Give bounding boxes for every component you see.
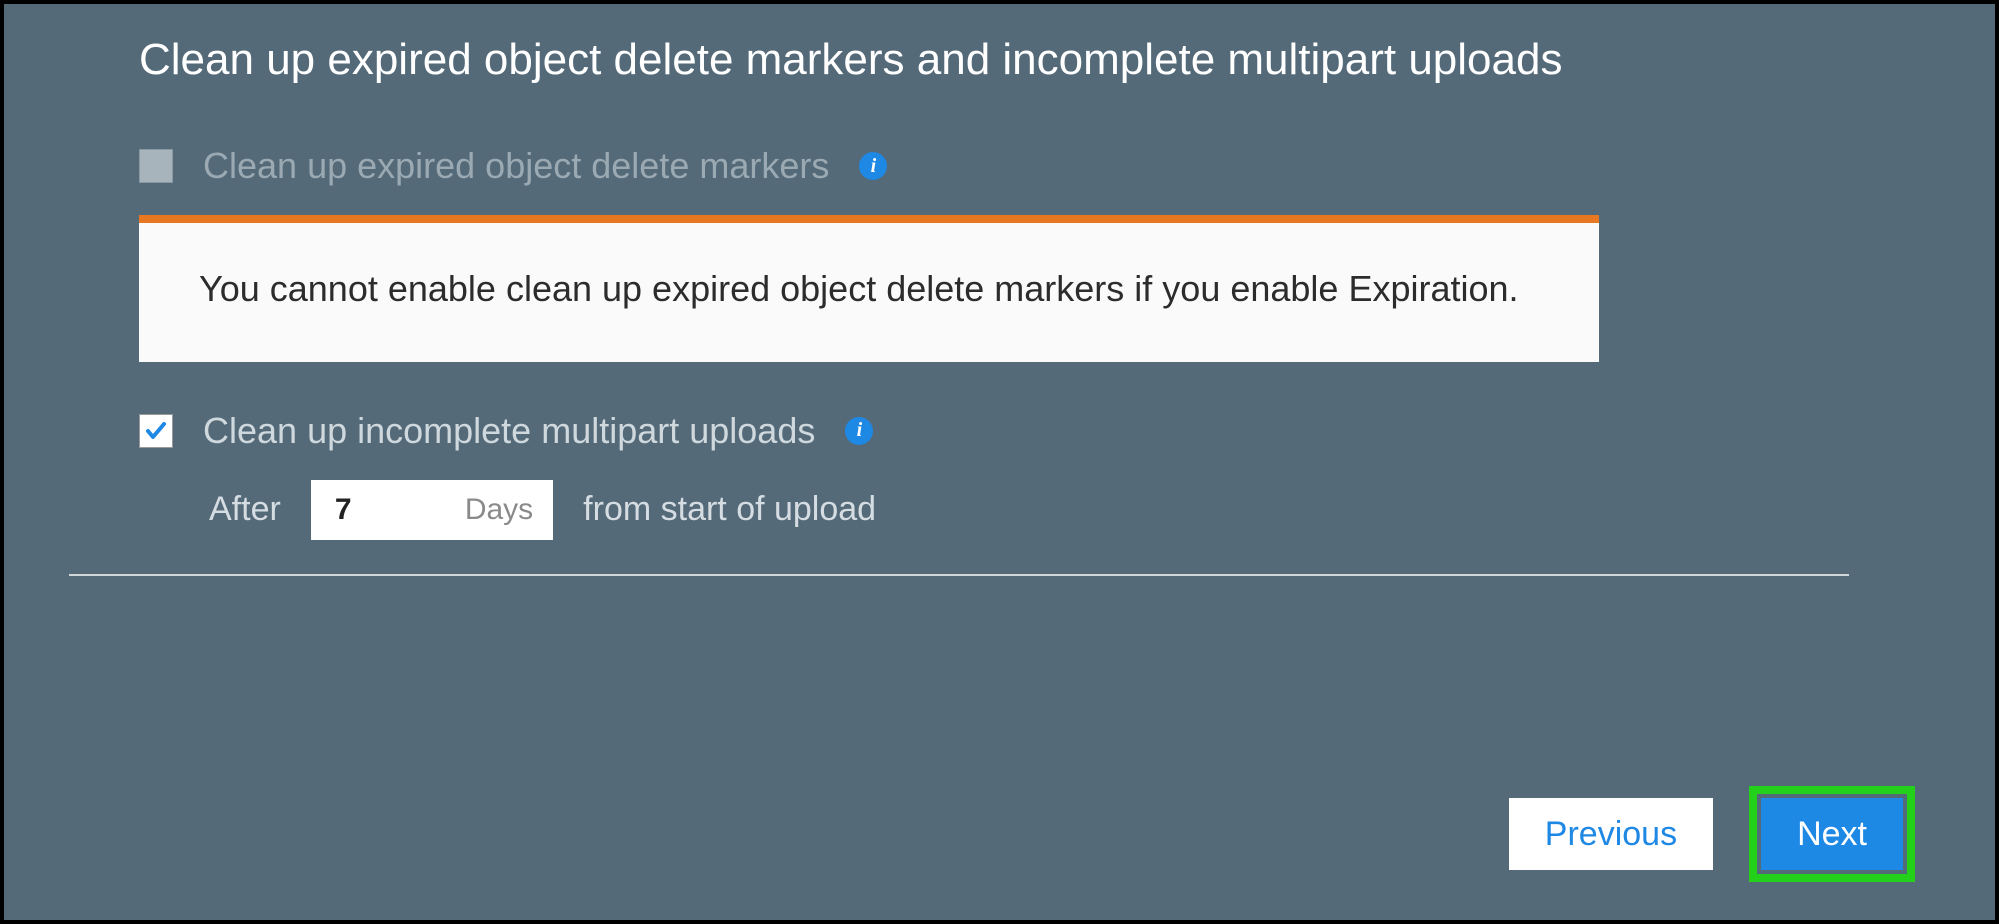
lifecycle-cleanup-panel: Clean up expired object delete markers a… [0, 0, 1999, 924]
from-start-label: from start of upload [583, 490, 876, 529]
days-unit-label: Days [465, 493, 533, 527]
days-input[interactable] [335, 493, 375, 527]
check-icon [144, 419, 168, 443]
days-input-wrapper: Days [311, 480, 553, 540]
multipart-uploads-checkbox[interactable] [139, 414, 173, 448]
previous-button[interactable]: Previous [1509, 798, 1713, 870]
section-divider [69, 574, 1849, 576]
next-button-highlight: Next [1749, 786, 1915, 882]
footer-buttons: Previous Next [1509, 786, 1915, 882]
after-label: After [209, 490, 281, 529]
multipart-uploads-option-row: Clean up incomplete multipart uploads i [139, 410, 1915, 452]
section-title: Clean up expired object delete markers a… [139, 32, 1639, 87]
days-config-row: After Days from start of upload [209, 480, 1915, 540]
expired-markers-checkbox [139, 149, 173, 183]
info-icon[interactable]: i [859, 152, 887, 180]
multipart-uploads-label: Clean up incomplete multipart uploads [203, 410, 815, 452]
next-button[interactable]: Next [1761, 798, 1903, 870]
warning-alert-text: You cannot enable clean up expired objec… [199, 265, 1539, 314]
info-icon[interactable]: i [845, 417, 873, 445]
expired-markers-option-row: Clean up expired object delete markers i [139, 145, 1915, 187]
warning-alert: You cannot enable clean up expired objec… [139, 215, 1599, 362]
expired-markers-label: Clean up expired object delete markers [203, 145, 829, 187]
